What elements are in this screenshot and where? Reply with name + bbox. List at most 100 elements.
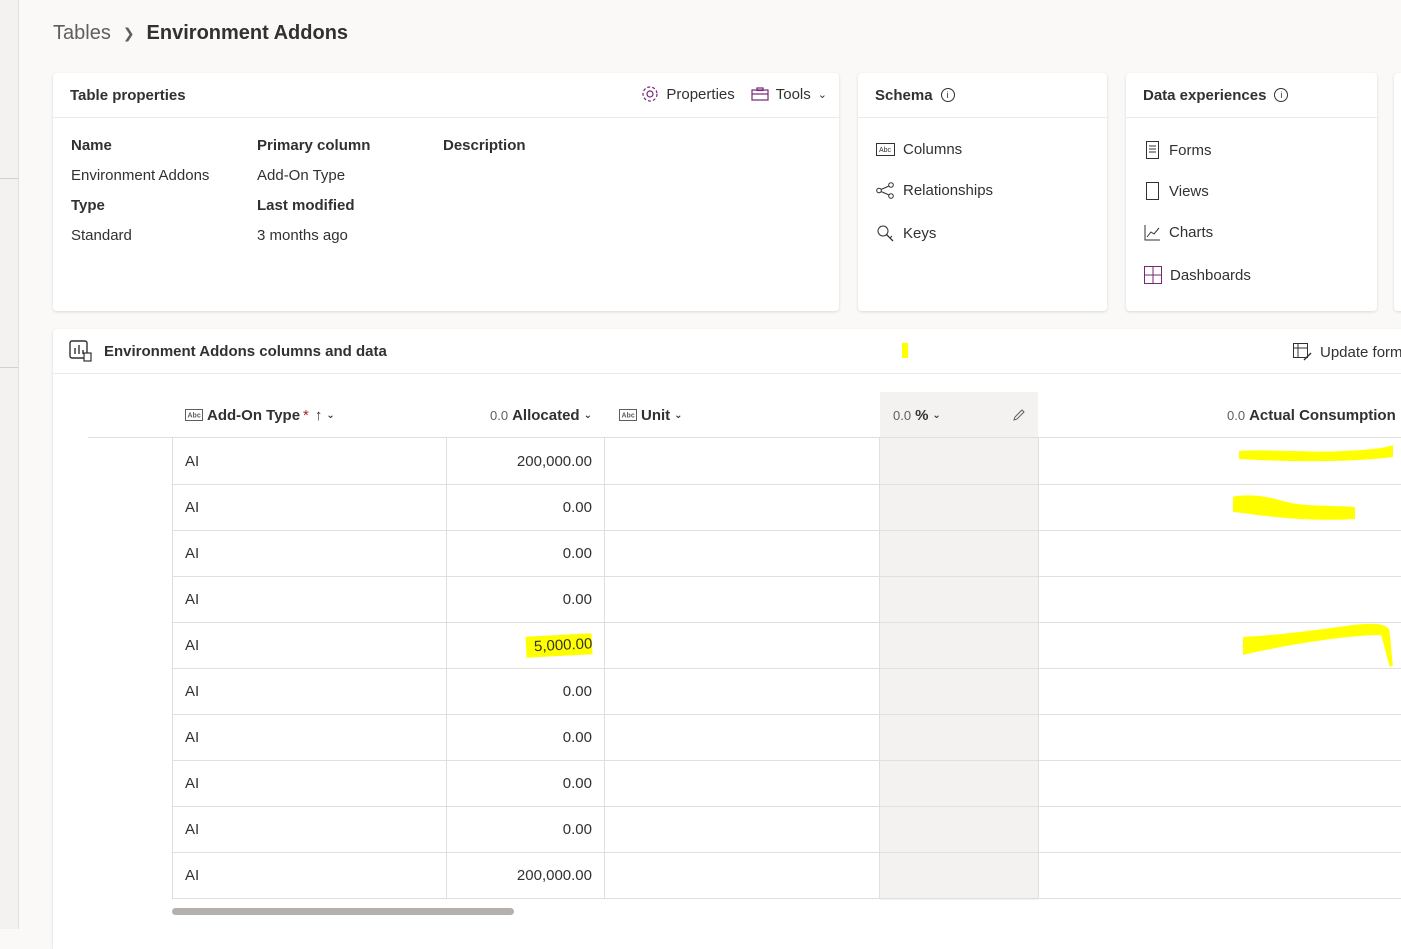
chevron-down-icon: ⌄ — [932, 409, 941, 421]
cell-allocated[interactable]: 0.00 — [446, 484, 592, 530]
update-forms-label: Update form — [1320, 343, 1401, 361]
views-link[interactable]: Views — [1144, 182, 1209, 200]
cell-divider — [172, 438, 173, 484]
cell-allocated[interactable]: 0.00 — [446, 576, 592, 622]
table-row[interactable]: AI 0.00 — [172, 714, 1401, 761]
cell-divider — [604, 806, 605, 852]
cell-allocated[interactable]: 0.00 — [446, 806, 592, 852]
cell-allocated-value: 5,000.00 — [525, 632, 593, 658]
forms-link[interactable]: Forms — [1144, 141, 1212, 159]
properties-label: Properties — [666, 85, 735, 103]
cell-allocated[interactable]: 0.00 — [446, 760, 592, 806]
table-row[interactable]: AI 0.00 — [172, 668, 1401, 715]
cell-add-on-type[interactable]: AI — [185, 668, 199, 714]
column-header-allocated[interactable]: 0.0 Allocated ⌄ — [490, 392, 592, 438]
cell-allocated[interactable]: 5,000.00 — [446, 622, 593, 668]
cell-allocated[interactable]: 0.00 — [446, 714, 592, 760]
update-forms-button[interactable]: Update form — [1293, 343, 1401, 361]
cell-add-on-type[interactable]: AI — [185, 438, 199, 484]
horizontal-scrollbar[interactable] — [172, 908, 514, 915]
cell-divider — [879, 438, 880, 484]
data-experiences-card: Data experiences i Forms Views Charts Da… — [1126, 73, 1377, 311]
cell-allocated-value: 0.00 — [562, 774, 592, 792]
chevron-right-icon: ❯ — [122, 25, 135, 41]
primary-column-value: Add-On Type — [257, 167, 346, 184]
table-properties-card: Table properties Properties Tools ⌄ Name… — [53, 73, 839, 311]
table-row[interactable]: AI 0.00 — [172, 530, 1401, 577]
table-row[interactable]: AI 0.00 — [172, 484, 1401, 531]
cell-add-on-type[interactable]: AI — [185, 484, 199, 530]
chevron-down-icon: ⌄ — [326, 409, 335, 421]
cell-add-on-type[interactable]: AI — [185, 576, 199, 622]
decimal-type-icon: 0.0 — [1227, 407, 1246, 423]
dashboards-link[interactable]: Dashboards — [1144, 266, 1251, 284]
cell-allocated-value: 200,000.00 — [516, 452, 592, 470]
table-row[interactable]: AI 5,000.00 — [172, 622, 1401, 669]
cell-add-on-type[interactable]: AI — [185, 852, 199, 898]
cell-divider — [879, 806, 880, 852]
row-gutter-rule — [88, 437, 172, 438]
column-header-percent[interactable]: 0.0 % ⌄ — [893, 392, 941, 438]
tools-button[interactable]: Tools ⌄ — [751, 86, 827, 103]
table-row[interactable]: AI 0.00 — [172, 576, 1401, 623]
table-row[interactable]: AI 200,000.00 — [172, 852, 1401, 899]
cell-add-on-type[interactable]: AI — [185, 760, 199, 806]
type-label: Type — [71, 197, 105, 214]
update-form-icon — [1293, 343, 1312, 361]
cell-divider — [604, 760, 605, 806]
last-modified-value: 3 months ago — [257, 227, 348, 244]
svg-text:Abc: Abc — [622, 413, 635, 420]
decimal-type-icon: 0.0 — [490, 407, 509, 423]
cell-allocated[interactable]: 0.00 — [446, 530, 592, 576]
properties-button[interactable]: Properties — [641, 85, 735, 103]
cell-add-on-type[interactable]: AI — [185, 622, 199, 668]
breadcrumb-tables-link[interactable]: Tables — [53, 22, 111, 45]
left-nav-rail — [0, 0, 19, 929]
cell-divider — [172, 622, 173, 668]
cell-allocated-value: 0.00 — [562, 590, 592, 608]
table-row[interactable]: AI 200,000.00 — [172, 438, 1401, 485]
chevron-down-icon: ⌄ — [583, 409, 592, 421]
charts-link[interactable]: Charts — [1144, 224, 1213, 241]
charts-icon — [1144, 225, 1160, 241]
schema-relationships-link[interactable]: Relationships — [876, 182, 993, 199]
column-header-add-on-type[interactable]: Abc Add-On Type * ↑ ⌄ — [185, 392, 335, 438]
table-row[interactable]: AI 0.00 — [172, 760, 1401, 807]
cell-divider — [604, 484, 605, 530]
cell-divider — [172, 760, 173, 806]
cell-divider — [172, 530, 173, 576]
cell-add-on-type[interactable]: AI — [185, 806, 199, 852]
cell-divider — [879, 622, 880, 668]
breadcrumb: Tables ❯ Environment Addons — [53, 22, 348, 45]
cell-add-on-type[interactable]: AI — [185, 714, 199, 760]
cell-divider — [879, 852, 880, 898]
cell-add-on-type[interactable]: AI — [185, 530, 199, 576]
cell-divider — [879, 668, 880, 714]
info-icon[interactable]: i — [940, 88, 955, 102]
cell-divider — [1038, 714, 1039, 760]
cell-divider — [879, 576, 880, 622]
cell-divider — [1038, 484, 1039, 530]
cell-divider — [879, 530, 880, 576]
dashboards-icon — [1144, 266, 1162, 284]
svg-text:Abc: Abc — [879, 147, 892, 154]
grid-title: Environment Addons columns and data — [104, 342, 387, 360]
cell-divider — [604, 438, 605, 484]
cell-allocated[interactable]: 0.00 — [446, 668, 592, 714]
edit-formula-icon[interactable] — [1012, 408, 1026, 422]
schema-keys-link[interactable]: Keys — [876, 224, 936, 243]
info-icon[interactable]: i — [1274, 88, 1289, 102]
column-header-unit[interactable]: Abc Unit ⌄ — [619, 392, 683, 438]
cell-allocated[interactable]: 200,000.00 — [446, 438, 592, 484]
yellow-annotation-mark — [902, 343, 908, 358]
schema-columns-link[interactable]: Abc Columns — [876, 141, 962, 158]
toolbox-icon — [751, 87, 769, 101]
cell-allocated-value: 0.00 — [562, 728, 592, 746]
cell-divider — [172, 484, 173, 530]
table-row[interactable]: AI 0.00 — [172, 806, 1401, 853]
cell-allocated[interactable]: 200,000.00 — [446, 852, 592, 898]
gear-icon — [642, 86, 658, 102]
cell-divider — [172, 852, 173, 898]
keys-icon — [877, 225, 894, 242]
decimal-type-icon: 0.0 — [893, 407, 912, 423]
